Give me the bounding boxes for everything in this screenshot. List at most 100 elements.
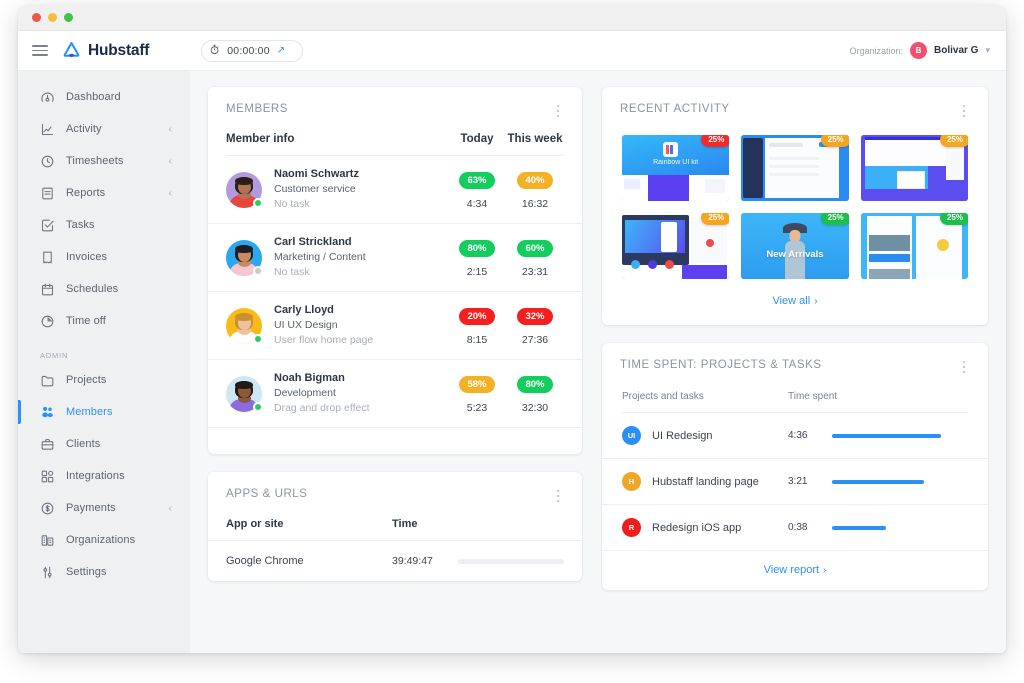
sidebar-item-projects[interactable]: Projects <box>18 364 190 396</box>
kebab-menu-icon[interactable] <box>552 488 564 504</box>
member-week-cell: 32% 27:36 <box>506 306 564 346</box>
sidebar-item-integrations[interactable]: Integrations <box>18 460 190 492</box>
sidebar-item-schedules[interactable]: Schedules <box>18 273 190 305</box>
ts-col-projects: Projects and tasks <box>622 391 704 402</box>
sidebar-item-clients[interactable]: Clients <box>18 428 190 460</box>
sidebar-item-label: Reports <box>66 187 106 199</box>
member-task: No task <box>274 198 310 210</box>
time-spent-row[interactable]: UI UI Redesign 4:36 <box>602 413 988 458</box>
member-week-cell: 80% 32:30 <box>506 374 564 414</box>
sidebar-item-label: Members <box>66 406 113 418</box>
chevron-left-icon[interactable]: ‹ <box>169 503 172 514</box>
member-role: Marketing / Content <box>274 251 366 263</box>
apps-col-name: App or site <box>226 518 284 530</box>
today-percent-badge: 58% <box>459 375 495 393</box>
sidebar-item-reports[interactable]: Reports ‹ <box>18 177 190 209</box>
timer-widget[interactable]: 00:00:00 ↗ <box>201 39 304 62</box>
time-spent-row[interactable]: H Hubstaff landing page 3:21 <box>602 458 988 504</box>
activity-thumbnail-caption: New Arrivals <box>766 249 824 260</box>
organization-switcher[interactable]: Organization: B Bolivar G ▾ <box>849 42 990 59</box>
chevron-left-icon[interactable]: ‹ <box>169 156 172 167</box>
project-name: Hubstaff landing page <box>652 475 759 488</box>
chevron-down-icon[interactable]: ▾ <box>985 45 990 56</box>
sidebar-item-members[interactable]: Members <box>18 396 190 428</box>
sidebar-item-tasks[interactable]: Tasks <box>18 209 190 241</box>
member-today-cell: 63% 4:34 <box>448 170 506 210</box>
member-task: User flow home page <box>274 334 374 346</box>
sliders-icon <box>40 565 55 580</box>
stopwatch-icon <box>209 42 220 60</box>
window-maximize-button[interactable] <box>64 13 73 22</box>
brand-logo[interactable]: Hubstaff <box>62 41 149 60</box>
week-percent-badge: 40% <box>517 171 553 189</box>
sidebar-item-dashboard[interactable]: Dashboard <box>18 81 190 113</box>
sidebar-item-timesheets[interactable]: Timesheets ‹ <box>18 145 190 177</box>
status-indicator <box>253 265 263 276</box>
window-minimize-button[interactable] <box>48 13 57 22</box>
week-time: 32:30 <box>521 401 549 414</box>
receipt-icon <box>40 250 55 265</box>
sidebar-item-payments[interactable]: Payments ‹ <box>18 492 190 524</box>
window-close-button[interactable] <box>32 13 41 22</box>
coin-icon <box>40 501 55 516</box>
week-time: 23:31 <box>521 265 549 278</box>
calendar-icon <box>40 282 55 297</box>
kebab-menu-icon[interactable] <box>552 103 564 119</box>
project-progress-bar <box>832 479 968 484</box>
organization-name: Bolivar G <box>934 45 979 56</box>
chevron-left-icon[interactable]: ‹ <box>169 124 172 135</box>
sidebar-item-activity[interactable]: Activity ‹ <box>18 113 190 145</box>
member-row[interactable]: Carly Lloyd UI UX Design User flow home pa… <box>208 291 582 359</box>
project-progress-bar <box>832 433 968 438</box>
arrow-up-right-icon[interactable]: ↗ <box>277 45 285 56</box>
timer-value: 00:00:00 <box>227 44 270 57</box>
app-row[interactable]: Google Chrome 39:49:47 <box>208 540 582 581</box>
activity-percent-badge: 25% <box>939 213 968 225</box>
members-col-week: This week <box>507 133 563 145</box>
kebab-menu-icon[interactable] <box>958 359 970 375</box>
sidebar-item-label: Projects <box>66 374 107 386</box>
member-task: Drag and drop effect <box>274 402 370 414</box>
activity-thumbnail[interactable]: 25% <box>741 135 849 201</box>
member-name: Carl Strickland <box>274 236 352 248</box>
activity-thumbnail[interactable]: 25% <box>622 213 730 279</box>
activity-thumbnail[interactable]: 25% <box>860 135 968 201</box>
activity-thumbnail[interactable]: 25% <box>860 213 968 279</box>
sidebar-item-invoices[interactable]: Invoices <box>18 241 190 273</box>
sidebar-item-organizations[interactable]: Organizations <box>18 524 190 556</box>
member-row[interactable]: Noah Bigman Development Drag and drop effe… <box>208 359 582 428</box>
sidebar-item-time-off[interactable]: Time off <box>18 305 190 337</box>
chevron-right-icon: › <box>814 296 818 307</box>
week-percent-badge: 60% <box>517 239 553 257</box>
member-row[interactable]: Naomi Schwartz Customer service No task 63%… <box>208 156 582 223</box>
avatar <box>226 307 263 344</box>
member-week-cell: 40% 16:32 <box>506 170 564 210</box>
member-row[interactable]: Carl Strickland Marketing / Content No tas… <box>208 223 582 291</box>
hamburger-menu-icon[interactable] <box>32 45 48 56</box>
briefcase-icon <box>40 437 55 452</box>
chart-line-icon <box>40 122 55 137</box>
app-usage-bar <box>458 558 564 564</box>
sidebar-item-settings[interactable]: Settings <box>18 556 190 588</box>
speedometer-icon <box>40 90 55 105</box>
project-badge: UI <box>622 426 641 445</box>
kebab-menu-icon[interactable] <box>958 103 970 119</box>
apps-card-title: APPS & URLS <box>226 488 308 500</box>
chevron-left-icon[interactable]: ‹ <box>169 188 172 199</box>
view-all-link[interactable]: View all › <box>602 279 988 325</box>
view-report-link[interactable]: View report › <box>602 551 988 590</box>
hubstaff-logo-icon <box>62 41 81 60</box>
today-percent-badge: 80% <box>459 239 495 257</box>
time-spent-card: TIME SPENT: PROJECTS & TASKS Projects an… <box>602 343 988 590</box>
activity-thumbnail[interactable]: 25% New Arrivals <box>741 213 849 279</box>
sidebar-item-label: Integrations <box>66 470 125 482</box>
view-all-label: View all <box>772 295 811 307</box>
clock-icon <box>40 154 55 169</box>
week-time: 16:32 <box>521 197 549 210</box>
members-col-today: Today <box>460 133 494 145</box>
sidebar-item-label: Invoices <box>66 251 108 263</box>
member-week-cell: 60% 23:31 <box>506 238 564 278</box>
time-spent-row[interactable]: R Redesign iOS app 0:38 <box>602 504 988 551</box>
activity-thumbnail[interactable]: 25% Rainbow UI kit <box>622 135 730 201</box>
member-role: UI UX Design <box>274 319 338 331</box>
